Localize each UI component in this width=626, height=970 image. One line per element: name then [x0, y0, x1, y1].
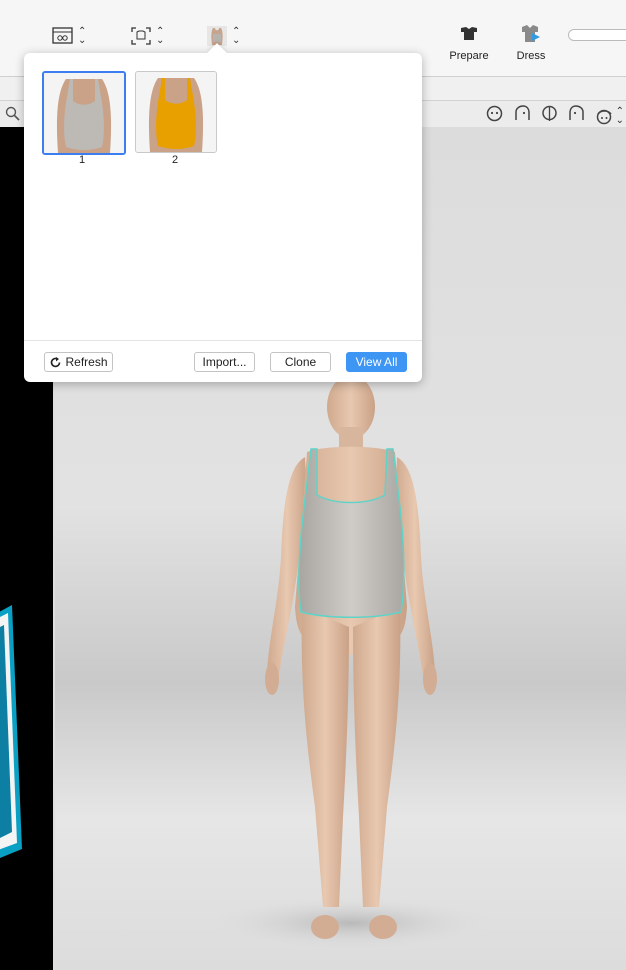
garment-number-2: 2: [171, 154, 179, 166]
clone-button[interactable]: Clone: [270, 352, 331, 372]
prepare-shirt-icon: [461, 27, 477, 40]
import-label: Import...: [202, 355, 247, 369]
camera-tool[interactable]: ⌃ ⌄: [130, 24, 164, 48]
chevron-updown-icon: ⌃ ⌄: [78, 26, 87, 46]
front-view-icon[interactable]: [486, 105, 503, 127]
import-button[interactable]: Import...: [194, 352, 255, 372]
face-view-icon[interactable]: ⌃ ⌄: [596, 106, 624, 126]
garment-preview-2: [136, 72, 216, 152]
popover-footer: Refresh Import... Clone View All: [24, 340, 422, 383]
dress-label: Dress: [516, 50, 546, 62]
size-icon: [52, 27, 73, 44]
chevron-updown-icon: ⌃ ⌄: [232, 26, 241, 46]
clone-label: Clone: [284, 355, 317, 369]
chevron-updown-icon: ⌃ ⌄: [615, 106, 624, 126]
refresh-button[interactable]: Refresh: [44, 352, 113, 372]
prepare-label: Prepare: [449, 50, 489, 62]
camera-frame-icon: [131, 27, 151, 45]
zoom-slider[interactable]: [568, 29, 626, 41]
garment-selector-popover: 1 2 Refresh Import... Clone View All: [24, 53, 422, 382]
view-all-label: View All: [355, 355, 398, 369]
garment-tool[interactable]: ⌃ ⌄: [206, 24, 240, 48]
zoom-icon[interactable]: [5, 106, 20, 126]
dress-shirt-icon: [522, 25, 540, 42]
garment-thumbnail-2[interactable]: [135, 71, 217, 153]
size-tool[interactable]: ⌃ ⌄: [52, 24, 86, 48]
chevron-updown-icon: ⌃ ⌄: [156, 26, 165, 46]
left-view-icon[interactable]: [513, 105, 531, 127]
back-view-icon[interactable]: [541, 105, 558, 127]
refresh-label: Refresh: [65, 355, 108, 369]
refresh-icon: [51, 356, 61, 367]
right-view-icon[interactable]: [568, 105, 586, 127]
garment-thumbnail-1[interactable]: [42, 71, 126, 155]
view-all-button[interactable]: View All: [346, 352, 407, 372]
prepare-button[interactable]: Prepare: [448, 26, 490, 66]
dress-button[interactable]: Dress: [512, 24, 550, 66]
garment-preview-1: [44, 73, 124, 153]
garment-number-1: 1: [78, 154, 86, 166]
